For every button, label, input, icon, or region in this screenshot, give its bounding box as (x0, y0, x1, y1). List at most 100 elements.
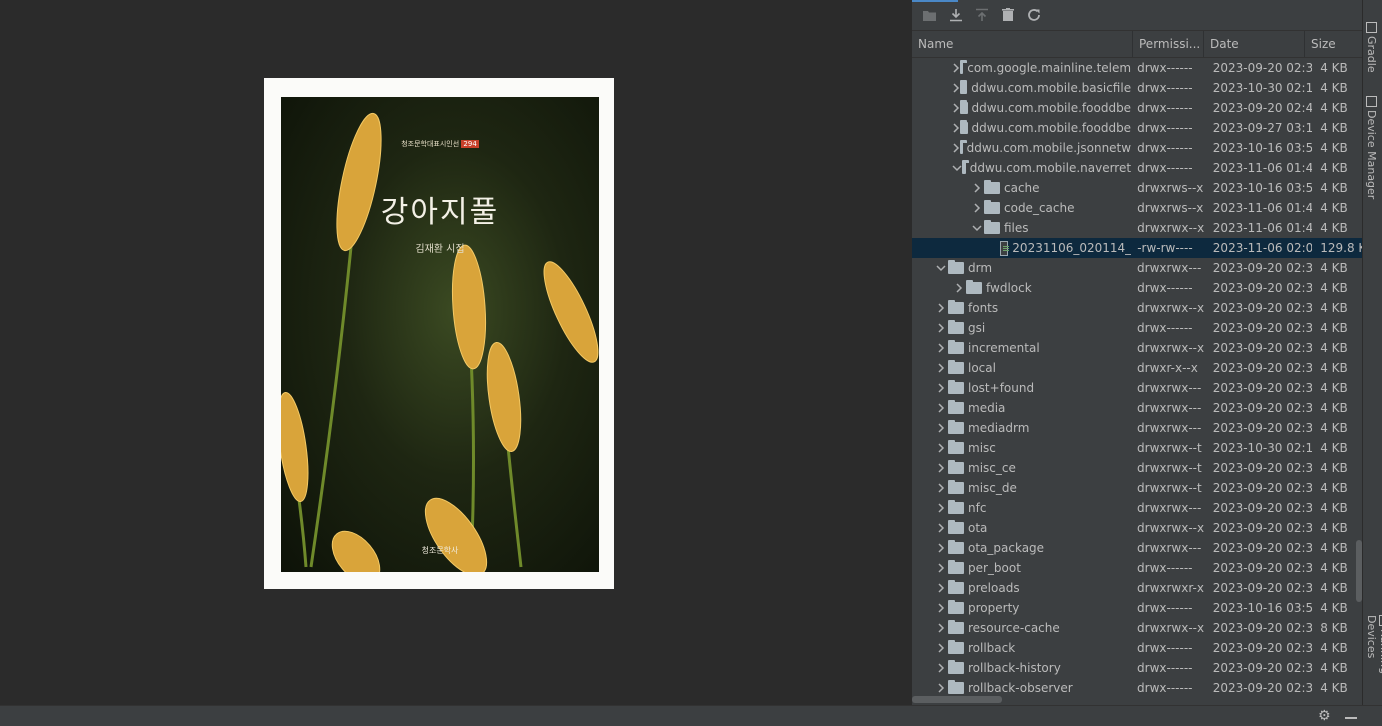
chevron-right-icon[interactable] (934, 298, 948, 318)
folder-row[interactable]: drmdrwxrwx---2023-09-20 02:34 KB (912, 258, 1362, 278)
chevron-right-icon[interactable] (952, 278, 966, 298)
entry-name: ota (968, 521, 987, 535)
column-permissions[interactable]: Permissi... (1133, 31, 1204, 57)
folder-row[interactable]: com.google.mainline.telemdrwx------2023-… (912, 58, 1362, 78)
folder-row[interactable]: otadrwxrwx--x2023-09-20 02:34 KB (912, 518, 1362, 538)
download-icon[interactable] (946, 5, 966, 25)
chevron-right-icon[interactable] (934, 658, 948, 678)
chevron-right-icon[interactable] (934, 618, 948, 638)
chevron-right-icon[interactable] (934, 678, 948, 698)
folder-row[interactable]: localdrwxr-x--x2023-09-20 02:34 KB (912, 358, 1362, 378)
new-folder-icon[interactable] (920, 5, 940, 25)
file-row[interactable]: 20231106_020114_-rw-rw----2023-11-06 02:… (912, 238, 1362, 258)
chevron-down-icon[interactable] (934, 258, 948, 278)
device-file-explorer: Name Permissi... Date Size com.google.ma… (911, 0, 1362, 705)
entry-permissions: drwxrwx--- (1131, 378, 1207, 398)
folder-row[interactable]: lost+founddrwxrwx---2023-09-20 02:34 KB (912, 378, 1362, 398)
entry-date: 2023-11-06 01:4 (1207, 218, 1312, 238)
chevron-right-icon[interactable] (934, 478, 948, 498)
chevron-right-icon[interactable] (934, 578, 948, 598)
column-size[interactable]: Size (1305, 31, 1351, 57)
entry-date: 2023-09-20 02:3 (1207, 518, 1313, 538)
folder-row[interactable]: per_bootdrwx------2023-09-20 02:34 KB (912, 558, 1362, 578)
folder-row[interactable]: mediadrmdrwxrwx---2023-09-20 02:34 KB (912, 418, 1362, 438)
folder-icon (984, 182, 1000, 194)
chevron-right-icon[interactable] (934, 418, 948, 438)
folder-icon (948, 582, 964, 594)
folder-row[interactable]: misc_dedrwxrwx--t2023-09-20 02:34 KB (912, 478, 1362, 498)
entry-permissions: drwx------ (1131, 138, 1207, 158)
entry-name: local (968, 361, 996, 375)
minimize-icon[interactable] (1345, 717, 1357, 719)
chevron-right-icon[interactable] (970, 198, 984, 218)
chevron-right-icon[interactable] (934, 438, 948, 458)
chevron-right-icon[interactable] (952, 58, 960, 78)
entry-permissions: drwxrwx--t (1131, 478, 1207, 498)
folder-row[interactable]: fontsdrwxrwx--x2023-09-20 02:34 KB (912, 298, 1362, 318)
entry-name: property (968, 601, 1019, 615)
folder-row[interactable]: ddwu.com.mobile.jsonnetwdrwx------2023-1… (912, 138, 1362, 158)
folder-row[interactable]: propertydrwx------2023-10-16 03:54 KB (912, 598, 1362, 618)
entry-permissions: drwxrwx--- (1131, 418, 1207, 438)
chevron-right-icon[interactable] (934, 338, 948, 358)
column-date[interactable]: Date (1204, 31, 1305, 57)
folder-row[interactable]: rollback-observerdrwx------2023-09-20 02… (912, 678, 1362, 698)
folder-row[interactable]: code_cachedrwxrws--x2023-11-06 01:44 KB (912, 198, 1362, 218)
folder-row[interactable]: cachedrwxrws--x2023-10-16 03:54 KB (912, 178, 1362, 198)
folder-row[interactable]: misc_cedrwxrwx--t2023-09-20 02:34 KB (912, 458, 1362, 478)
folder-row[interactable]: nfcdrwxrwx---2023-09-20 02:34 KB (912, 498, 1362, 518)
entry-size: 4 KB (1312, 338, 1362, 358)
folder-row[interactable]: preloadsdrwxrwxr-x2023-09-20 02:34 KB (912, 578, 1362, 598)
folder-row[interactable]: gsidrwx------2023-09-20 02:34 KB (912, 318, 1362, 338)
chevron-right-icon[interactable] (934, 318, 948, 338)
chevron-right-icon[interactable] (934, 398, 948, 418)
upload-icon[interactable] (972, 5, 992, 25)
chevron-down-icon[interactable] (970, 218, 984, 238)
folder-row[interactable]: ddwu.com.mobile.basicfiledrwx------2023-… (912, 78, 1362, 98)
column-name[interactable]: Name (912, 31, 1133, 57)
entry-permissions: drwxrwx--t (1131, 438, 1207, 458)
folder-row[interactable]: rollbackdrwx------2023-09-20 02:34 KB (912, 638, 1362, 658)
entry-size: 4 KB (1312, 198, 1362, 218)
entry-size: 4 KB (1312, 298, 1362, 318)
chevron-right-icon[interactable] (934, 458, 948, 478)
running-devices-tab[interactable]: Running Devices (1365, 615, 1382, 705)
gradle-tab[interactable]: Gradle (1365, 22, 1378, 73)
chevron-right-icon[interactable] (952, 118, 960, 138)
chevron-right-icon[interactable] (970, 178, 984, 198)
folder-row[interactable]: ddwu.com.mobile.fooddbedrwx------2023-09… (912, 118, 1362, 138)
chevron-right-icon[interactable] (934, 518, 948, 538)
chevron-right-icon[interactable] (934, 558, 948, 578)
chevron-down-icon[interactable] (952, 158, 962, 178)
chevron-right-icon[interactable] (952, 98, 960, 118)
folder-row[interactable]: rollback-historydrwx------2023-09-20 02:… (912, 658, 1362, 678)
folder-row[interactable]: resource-cachedrwxrwx--x2023-09-20 02:38… (912, 618, 1362, 638)
delete-icon[interactable] (998, 5, 1018, 25)
entry-date: 2023-09-20 02:4 (1207, 98, 1312, 118)
chevron-right-icon[interactable] (934, 638, 948, 658)
chevron-right-icon[interactable] (934, 538, 948, 558)
name-cell: misc_de (912, 478, 1131, 498)
folder-row[interactable]: miscdrwxrwx--t2023-10-30 02:14 KB (912, 438, 1362, 458)
chevron-right-icon[interactable] (952, 78, 960, 98)
device-manager-tab[interactable]: Device Manager (1365, 96, 1378, 199)
chevron-right-icon[interactable] (934, 498, 948, 518)
chevron-right-icon[interactable] (934, 378, 948, 398)
folder-row[interactable]: incrementaldrwxrwx--x2023-09-20 02:34 KB (912, 338, 1362, 358)
folder-row[interactable]: mediadrwxrwx---2023-09-20 02:34 KB (912, 398, 1362, 418)
folder-row[interactable]: ota_packagedrwxrwx---2023-09-20 02:34 KB (912, 538, 1362, 558)
chevron-right-icon[interactable] (934, 598, 948, 618)
folder-row[interactable]: ddwu.com.mobile.fooddbedrwx------2023-09… (912, 98, 1362, 118)
folder-row[interactable]: ddwu.com.mobile.naverretdrwx------2023-1… (912, 158, 1362, 178)
folder-row[interactable]: fwdlockdrwx------2023-09-20 02:34 KB (912, 278, 1362, 298)
chevron-right-icon[interactable] (952, 138, 960, 158)
entry-size: 4 KB (1312, 318, 1362, 338)
horizontal-scrollbar[interactable] (912, 696, 1002, 703)
refresh-icon[interactable] (1024, 5, 1044, 25)
chevron-right-icon[interactable] (934, 358, 948, 378)
folder-row[interactable]: filesdrwxrwx--x2023-11-06 01:44 KB (912, 218, 1362, 238)
entry-permissions: drwxrwx--- (1131, 498, 1207, 518)
name-cell: ddwu.com.mobile.fooddbe (912, 98, 1131, 118)
gear-icon[interactable]: ⚙ (1318, 708, 1331, 724)
entry-date: 2023-09-20 02:3 (1207, 578, 1313, 598)
